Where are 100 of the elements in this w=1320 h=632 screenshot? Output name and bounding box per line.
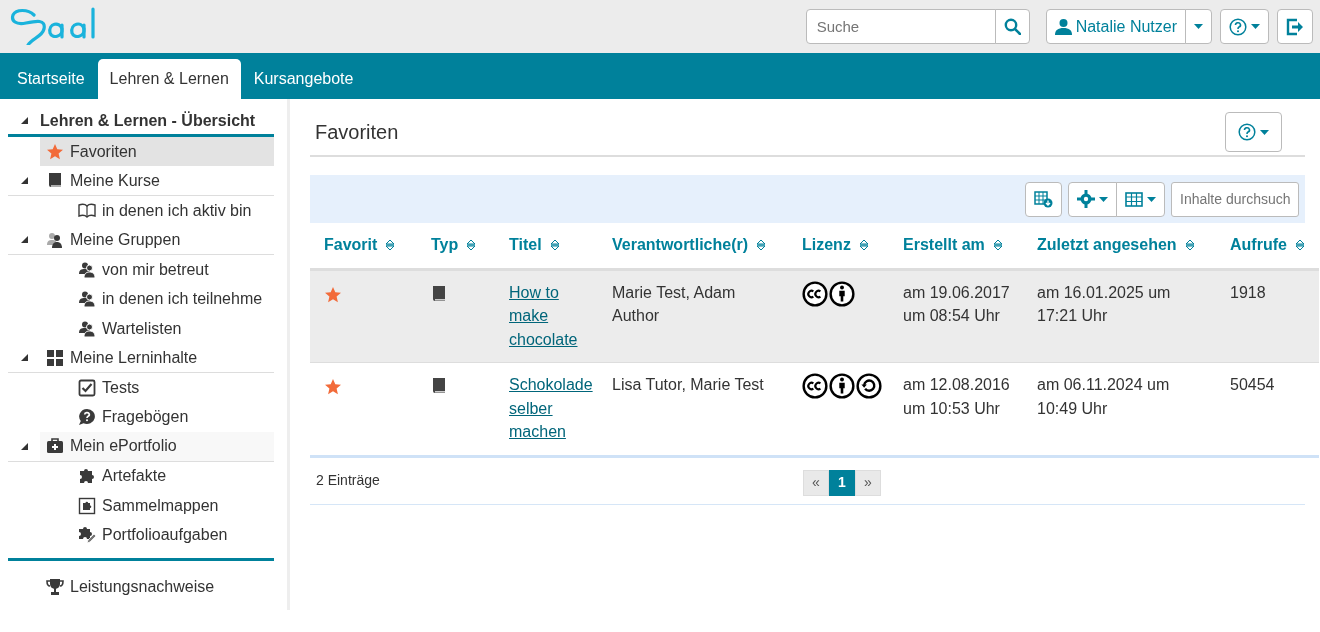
sidebar-item[interactable]: Tests bbox=[72, 373, 146, 403]
briefcase-icon bbox=[46, 437, 64, 456]
puzzle-icon bbox=[78, 467, 96, 486]
expanded-triangle-icon[interactable] bbox=[19, 116, 29, 125]
help-button[interactable] bbox=[1220, 9, 1269, 44]
sort-icon bbox=[858, 239, 869, 252]
expanded-triangle-icon[interactable] bbox=[19, 441, 29, 451]
nav-tab[interactable]: Lehren & Lernen bbox=[97, 59, 241, 99]
open-book-icon bbox=[78, 201, 96, 220]
attribution-icon bbox=[829, 373, 855, 399]
sort-icon bbox=[756, 239, 767, 252]
cc-icon bbox=[802, 373, 828, 399]
sidebar-item[interactable]: Sammelmappen bbox=[72, 491, 225, 521]
export-button[interactable] bbox=[1025, 181, 1062, 217]
attribution-icon bbox=[829, 280, 855, 307]
checkbox-icon bbox=[78, 378, 96, 397]
created-date: am 19.06.2017 um 08:54 Uhr bbox=[903, 283, 1010, 324]
logout-button[interactable] bbox=[1277, 9, 1313, 44]
star-icon[interactable] bbox=[324, 285, 342, 304]
settings-button[interactable] bbox=[1068, 181, 1117, 217]
sidebar-item[interactable]: Wartelisten bbox=[72, 314, 188, 344]
framed-puzzle-icon bbox=[78, 496, 96, 515]
caret-icon bbox=[1194, 24, 1203, 29]
users-icon bbox=[78, 319, 96, 338]
logout-icon bbox=[1286, 17, 1304, 36]
cc-icon bbox=[802, 280, 828, 307]
trophy-icon bbox=[46, 578, 64, 596]
view-count: 50454 bbox=[1230, 376, 1275, 393]
star-icon[interactable] bbox=[324, 378, 342, 397]
search-icon bbox=[1003, 18, 1021, 35]
search-button[interactable] bbox=[994, 9, 1030, 44]
column-header[interactable]: Aufrufe bbox=[1230, 233, 1305, 258]
caret-icon bbox=[1251, 24, 1260, 29]
users-icon bbox=[78, 290, 96, 309]
sidebar-item[interactable]: in denen ich teilnehme bbox=[72, 284, 269, 314]
expanded-triangle-icon[interactable] bbox=[19, 176, 29, 186]
pagination-button[interactable]: 1 bbox=[829, 469, 855, 496]
users-icon bbox=[46, 230, 64, 249]
pagination-button[interactable]: « bbox=[803, 469, 829, 496]
question-bubble-icon bbox=[78, 408, 96, 427]
user-icon bbox=[1054, 18, 1072, 35]
column-header[interactable]: Zuletzt angesehen bbox=[1037, 233, 1195, 258]
sidebar-item[interactable]: Favoriten bbox=[40, 137, 274, 167]
sidebar-item[interactable]: Meine Gruppen bbox=[40, 225, 187, 255]
table-download-icon bbox=[1034, 190, 1053, 208]
column-header[interactable]: Typ bbox=[431, 233, 477, 258]
responsible-text: Marie Test, Adam Author bbox=[612, 283, 736, 324]
caret-icon bbox=[1260, 129, 1269, 135]
responsible-text: Lisa Tutor, Marie Test bbox=[612, 376, 764, 393]
help-icon bbox=[1238, 123, 1256, 141]
caret-icon bbox=[1147, 196, 1156, 202]
sidebar-item[interactable]: Meine Lerninhalte bbox=[40, 343, 204, 373]
table-icon bbox=[1125, 191, 1143, 207]
page-title: Favoriten bbox=[315, 120, 399, 144]
last-viewed-date: am 16.01.2025 um 17:21 Uhr bbox=[1037, 283, 1171, 324]
grid-icon bbox=[46, 348, 64, 367]
sidebar-item[interactable]: Leistungsnachweise bbox=[40, 572, 221, 602]
nav-tab[interactable]: Startseite bbox=[5, 59, 97, 99]
help-icon bbox=[1229, 17, 1247, 36]
user-dropdown-button[interactable] bbox=[1185, 9, 1212, 44]
last-viewed-date: am 06.11.2024 um 10:49 Uhr bbox=[1037, 376, 1170, 417]
help-button[interactable] bbox=[1225, 112, 1282, 152]
view-count: 1918 bbox=[1230, 283, 1266, 301]
sidebar-item[interactable]: Artefakte bbox=[72, 461, 173, 491]
book-icon bbox=[46, 171, 64, 190]
expanded-triangle-icon[interactable] bbox=[19, 235, 29, 245]
sort-icon bbox=[992, 239, 1003, 252]
column-header[interactable]: Erstellt am bbox=[903, 233, 1003, 258]
share-alike-icon bbox=[856, 373, 882, 399]
sidebar-item[interactable]: von mir betreut bbox=[72, 255, 215, 285]
user-menu-button[interactable]: Natalie Nutzer bbox=[1045, 9, 1186, 44]
sort-icon bbox=[385, 239, 396, 252]
sort-icon bbox=[1184, 239, 1195, 252]
pagination-button[interactable]: » bbox=[855, 469, 881, 496]
expanded-triangle-icon[interactable] bbox=[19, 353, 29, 363]
book-icon bbox=[431, 284, 447, 303]
sidebar-item[interactable]: in denen ich aktiv bin bbox=[72, 196, 258, 226]
course-title-link[interactable]: Schokolade selber machen bbox=[509, 373, 594, 444]
columns-button[interactable] bbox=[1116, 181, 1165, 217]
column-header[interactable]: Favorit bbox=[324, 233, 396, 258]
sidebar-item[interactable]: Meine Kurse bbox=[40, 166, 166, 196]
book-icon bbox=[431, 377, 447, 396]
column-header[interactable]: Verantwortliche(r) bbox=[612, 233, 767, 258]
star-icon bbox=[46, 142, 64, 161]
sort-icon bbox=[549, 239, 560, 252]
entry-count: 2 Einträge bbox=[316, 471, 380, 490]
sidebar-item[interactable]: Mein ePortfolio bbox=[40, 431, 274, 461]
sort-icon bbox=[466, 239, 477, 252]
sidebar-item[interactable]: Portfolioaufgaben bbox=[72, 520, 234, 550]
caret-icon bbox=[1099, 196, 1108, 202]
nav-tab[interactable]: Kursangebote bbox=[241, 59, 366, 99]
sidebar-title[interactable]: Lehren & Lernen - Übersicht bbox=[40, 108, 256, 133]
users-icon bbox=[78, 260, 96, 279]
sidebar-item[interactable]: Fragebögen bbox=[72, 402, 195, 432]
puzzle-pen-icon bbox=[78, 526, 96, 545]
sort-icon bbox=[1294, 239, 1305, 252]
column-header[interactable]: Lizenz bbox=[802, 233, 869, 258]
table-search-field[interactable]: Inhalte durchsuch bbox=[1171, 181, 1299, 217]
column-header[interactable]: Titel bbox=[509, 233, 560, 258]
created-date: am 12.08.2016 um 10:53 Uhr bbox=[903, 376, 1010, 417]
